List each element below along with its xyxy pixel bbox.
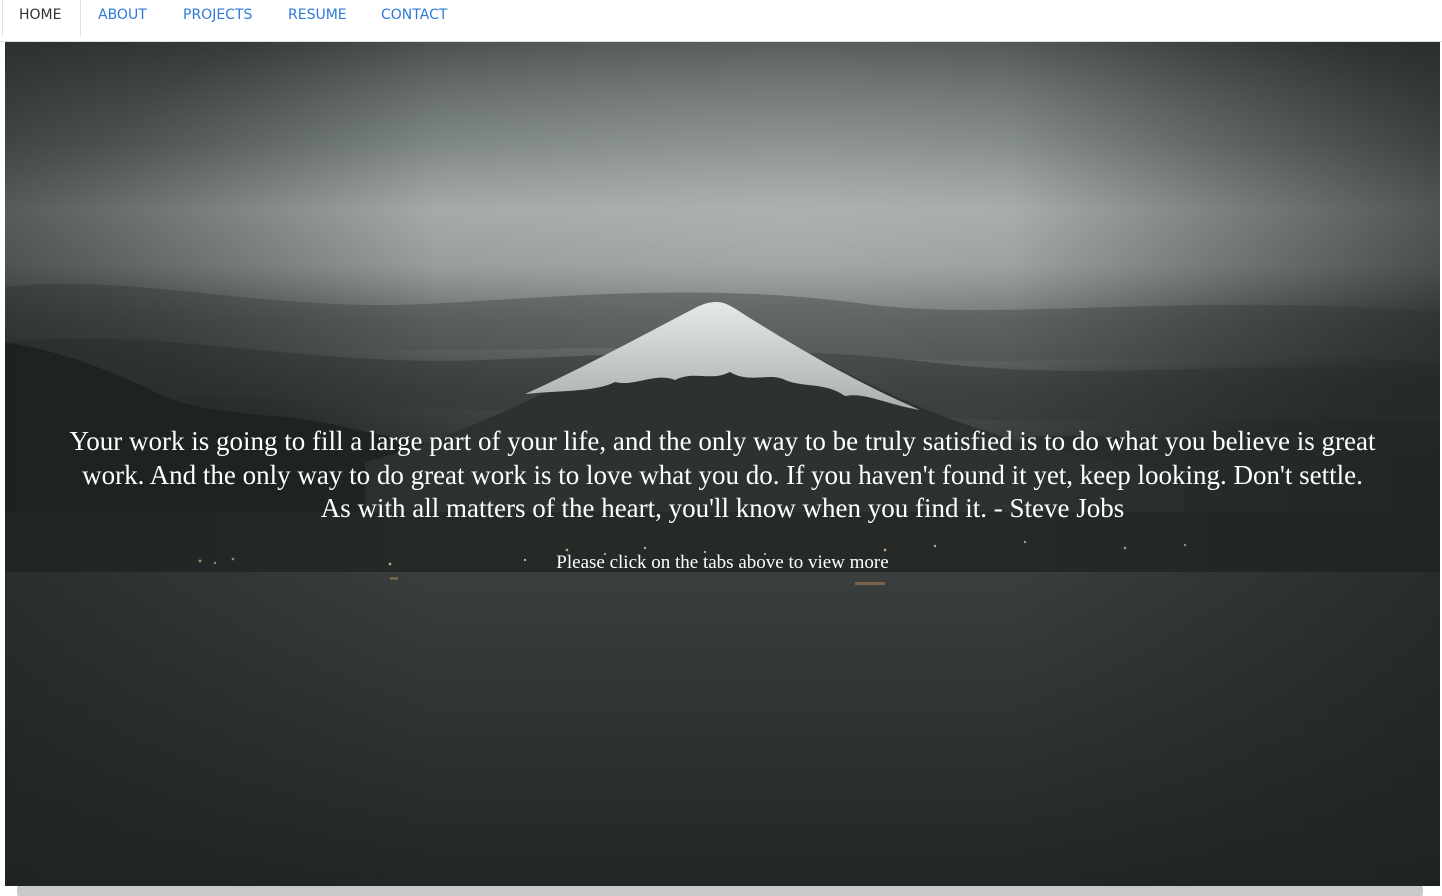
tab-contact[interactable]: CONTACT (365, 0, 463, 37)
hero-section: Your work is going to fill a large part … (5, 42, 1440, 886)
hero-quote: Your work is going to fill a large part … (69, 426, 1376, 523)
horizontal-scrollbar[interactable] (17, 886, 1423, 896)
tab-resume[interactable]: RESUME (272, 0, 363, 37)
tab-home[interactable]: HOME (2, 0, 81, 37)
top-navigation: HOME ABOUT PROJECTS RESUME CONTACT (0, 0, 1442, 42)
tab-about[interactable]: ABOUT (82, 0, 163, 37)
hero-hint: Please click on the tabs above to view m… (556, 552, 889, 573)
tab-projects[interactable]: PROJECTS (167, 0, 268, 37)
